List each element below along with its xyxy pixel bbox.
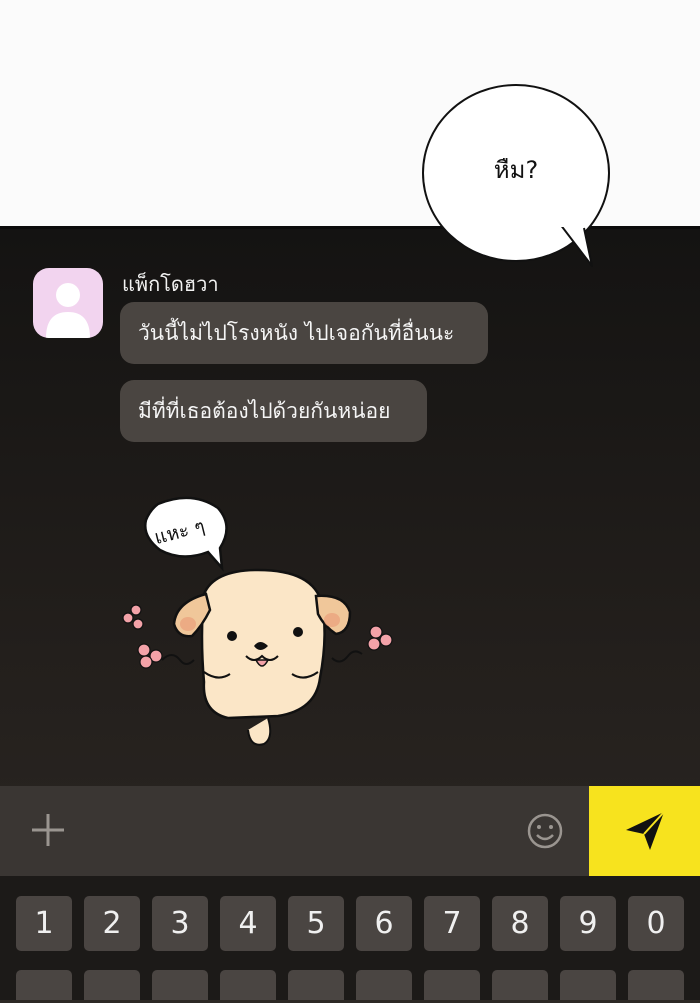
keyboard-key[interactable] (220, 970, 276, 1000)
plus-icon[interactable] (28, 810, 68, 850)
key-6[interactable]: 6 (356, 896, 412, 951)
speech-bubble-tail (560, 224, 593, 267)
keyboard-key[interactable] (560, 970, 616, 1000)
flower-icon (137, 643, 163, 669)
key-7[interactable]: 7 (424, 896, 480, 951)
keyboard-key[interactable] (492, 970, 548, 1000)
key-9[interactable]: 9 (560, 896, 616, 951)
puppy-sticker[interactable]: แหะ ๆ (118, 486, 408, 756)
avatar-person-icon (46, 283, 90, 338)
avatar[interactable] (33, 268, 103, 338)
flower-icon (367, 625, 393, 651)
smiley-icon[interactable] (526, 812, 564, 850)
keyboard-key[interactable] (288, 970, 344, 1000)
key-4[interactable]: 4 (220, 896, 276, 951)
key-3[interactable]: 3 (152, 896, 208, 951)
keyboard-key[interactable] (628, 970, 684, 1000)
key-2[interactable]: 2 (84, 896, 140, 951)
sender-name: แพ็กโดฮวา (122, 272, 219, 296)
chat-message[interactable]: มีที่ที่เธอต้องไปด้วยกันหน่อย (120, 380, 427, 442)
keyboard-key[interactable] (356, 970, 412, 1000)
keyboard-key[interactable] (424, 970, 480, 1000)
speech-bubble-text: หืม? (493, 155, 539, 184)
key-5[interactable]: 5 (288, 896, 344, 951)
send-button[interactable] (589, 786, 700, 876)
keyboard-key[interactable] (16, 970, 72, 1000)
send-arrow-icon (625, 811, 665, 850)
key-8[interactable]: 8 (492, 896, 548, 951)
key-0[interactable]: 0 (628, 896, 684, 951)
chat-message[interactable]: วันนี้ไม่ไปโรงหนัง ไปเจอกันที่อื่นนะ (120, 302, 488, 364)
keyboard-key[interactable] (84, 970, 140, 1000)
key-1[interactable]: 1 (16, 896, 72, 951)
keyboard-key[interactable] (152, 970, 208, 1000)
flower-icon (122, 604, 144, 630)
